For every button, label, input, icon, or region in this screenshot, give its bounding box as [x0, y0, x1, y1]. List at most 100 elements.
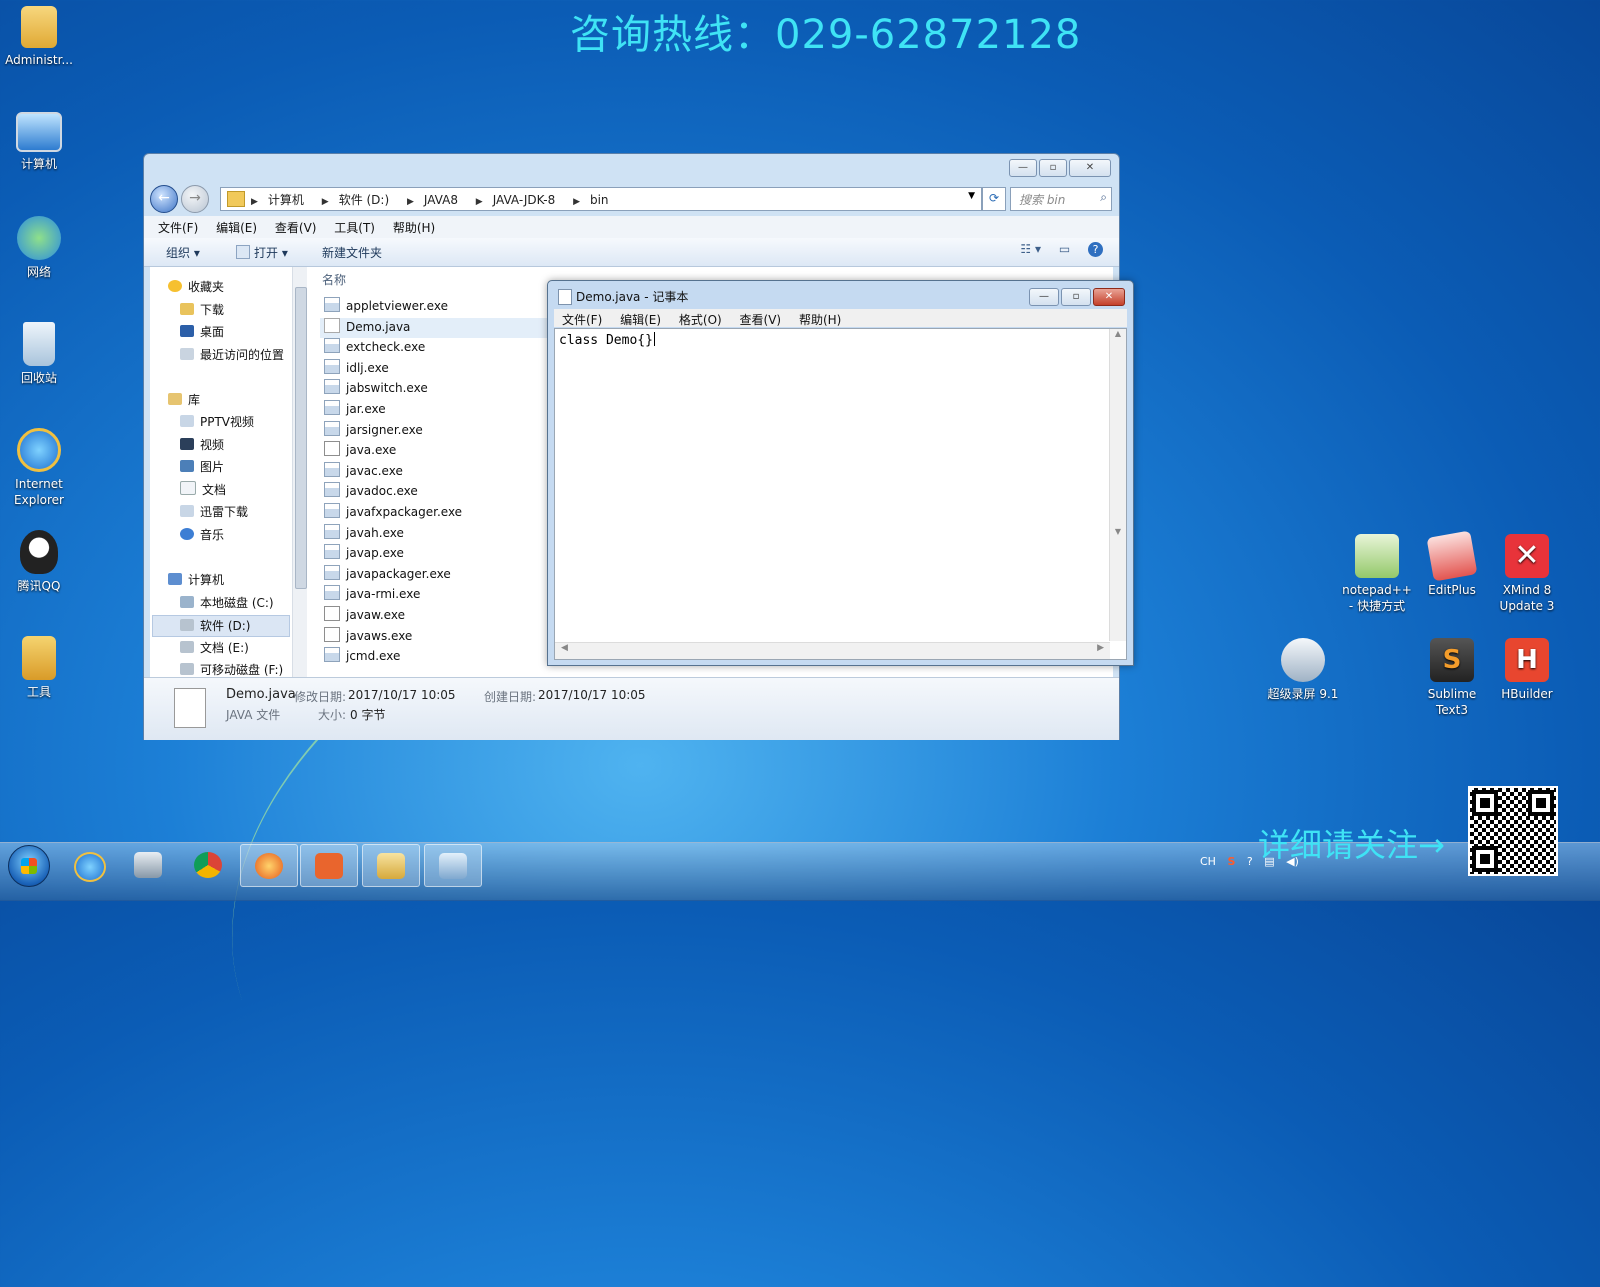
nav-thunder[interactable]: 迅雷下载 — [180, 503, 248, 520]
nav-pptv[interactable]: PPTV视频 — [180, 413, 254, 430]
sogou-icon[interactable]: S — [1227, 855, 1235, 868]
nav-documents[interactable]: 文档 — [180, 481, 226, 498]
notepad-close-button[interactable]: ✕ — [1093, 288, 1125, 306]
taskbar-powerpoint[interactable] — [300, 844, 358, 887]
file-row[interactable]: javapackager.exe — [324, 564, 554, 586]
close-button[interactable]: ✕ — [1069, 159, 1111, 177]
file-row[interactable]: javaws.exe — [324, 626, 554, 648]
desktop-icon-hbuilder[interactable]: H HBuilder — [1488, 638, 1566, 702]
notepad-menu-edit[interactable]: 编辑(E) — [620, 311, 661, 328]
file-row[interactable]: jabswitch.exe — [324, 379, 554, 400]
breadcrumb-jdk[interactable]: JAVA-JDK-8 — [493, 193, 556, 207]
nav-recent[interactable]: 最近访问的位置 — [180, 346, 284, 363]
file-row[interactable]: jar.exe — [324, 399, 554, 421]
notepad-horizontal-scrollbar[interactable]: ◀ ▶ — [555, 642, 1110, 659]
help-icon[interactable]: ? — [1088, 242, 1103, 257]
organize-button[interactable]: 组织 ▾ — [166, 244, 200, 261]
nav-music[interactable]: 音乐 — [180, 526, 224, 543]
notepad-text-area[interactable]: class Demo{} ▲ ▼ ◀ ▶ — [554, 328, 1127, 660]
taskbar-firefox[interactable] — [240, 844, 298, 887]
desktop-icon-xmind[interactable]: ✕ XMind 8 Update 3 — [1488, 534, 1566, 614]
file-row[interactable]: idlj.exe — [324, 358, 554, 380]
forward-button[interactable]: → — [181, 185, 209, 213]
file-row[interactable]: javac.exe — [324, 461, 554, 483]
refresh-button[interactable]: ⟳ — [982, 187, 1006, 211]
nav-drive-f[interactable]: 可移动磁盘 (F:) — [180, 661, 283, 678]
nav-computer[interactable]: 计算机 — [168, 571, 224, 588]
file-row[interactable]: javap.exe — [324, 544, 554, 565]
file-row[interactable]: javadoc.exe — [324, 482, 554, 503]
view-options-icon[interactable]: ☷ ▾ — [1020, 242, 1041, 256]
desktop-icon-editplus[interactable]: EditPlus — [1413, 530, 1491, 598]
breadcrumb-computer[interactable]: 计算机 — [268, 193, 304, 207]
menu-tools[interactable]: 工具(T) — [334, 219, 375, 236]
search-input[interactable]: 搜索 bin ⌕ — [1010, 187, 1112, 211]
chevron-down-icon[interactable]: ▼ — [968, 191, 975, 201]
notepad-menu-view[interactable]: 查看(V) — [740, 311, 782, 328]
desktop-icon-notepadpp[interactable]: notepad++ - 快捷方式 — [1338, 534, 1416, 614]
file-row[interactable]: java-rmi.exe — [324, 585, 554, 606]
file-row[interactable]: jarsigner.exe — [324, 420, 554, 442]
taskbar-explorer[interactable] — [362, 844, 420, 887]
notepad-menu-help[interactable]: 帮助(H) — [799, 311, 841, 328]
nav-libraries[interactable]: 库 — [168, 391, 200, 408]
taskbar-chrome[interactable] — [180, 844, 236, 885]
nav-videos[interactable]: 视频 — [180, 436, 224, 453]
nav-scrollbar[interactable] — [292, 267, 307, 677]
desktop-icon-sublime[interactable]: S Sublime Text3 — [1413, 638, 1491, 718]
column-header-name[interactable]: 名称 — [322, 271, 346, 288]
taskbar-ie[interactable] — [60, 844, 116, 885]
desktop-icon-qq[interactable]: 腾讯QQ — [0, 530, 78, 594]
breadcrumb-drive-d[interactable]: 软件 (D:) — [339, 193, 389, 207]
desktop-icon-administrator[interactable]: Administr... — [0, 6, 78, 68]
file-row-selected[interactable]: Demo.java — [320, 317, 554, 339]
menu-view[interactable]: 查看(V) — [275, 219, 317, 236]
minimize-button[interactable]: — — [1009, 159, 1037, 177]
desktop-icon-computer[interactable]: 计算机 — [0, 112, 78, 172]
file-row[interactable]: javah.exe — [324, 523, 554, 545]
language-indicator[interactable]: CH — [1200, 855, 1216, 868]
desktop-icon-internet-explorer[interactable]: Internet Explorer — [0, 428, 78, 508]
file-row[interactable]: javaw.exe — [324, 605, 554, 627]
notepad-minimize-button[interactable]: — — [1029, 288, 1059, 306]
nav-drive-e[interactable]: 文档 (E:) — [180, 639, 249, 656]
breadcrumb-java8[interactable]: JAVA8 — [424, 193, 458, 207]
taskbar-video-editor[interactable] — [120, 844, 176, 885]
nav-downloads[interactable]: 下载 — [180, 301, 224, 318]
desktop-icon-tools[interactable]: 工具 — [0, 636, 78, 700]
file-row[interactable]: extcheck.exe — [324, 338, 554, 359]
file-row[interactable]: appletviewer.exe — [324, 297, 554, 318]
maximize-button[interactable]: ▫ — [1039, 159, 1067, 177]
notepad-maximize-button[interactable]: ▫ — [1061, 288, 1091, 306]
notepad-menu-format[interactable]: 格式(O) — [679, 311, 722, 328]
breadcrumb-bin[interactable]: bin — [590, 193, 609, 207]
new-folder-button[interactable]: 新建文件夹 — [322, 244, 382, 261]
notepad-vertical-scrollbar[interactable]: ▲ ▼ — [1109, 329, 1126, 641]
file-row[interactable]: jcmd.exe — [324, 647, 554, 668]
scrollbar-thumb[interactable] — [295, 287, 307, 589]
menu-edit[interactable]: 编辑(E) — [216, 219, 257, 236]
preview-pane-icon[interactable]: ▭ — [1059, 242, 1070, 256]
back-button[interactable]: ← — [150, 185, 178, 213]
help-tray-icon[interactable]: ? — [1247, 855, 1253, 868]
nav-drive-d[interactable]: 软件 (D:) — [180, 617, 250, 634]
menu-help[interactable]: 帮助(H) — [393, 219, 435, 236]
notepad-window[interactable]: Demo.java - 记事本 — ▫ ✕ 文件(F) 编辑(E) 格式(O) … — [547, 280, 1134, 666]
file-row[interactable]: java.exe — [324, 441, 554, 462]
nav-drive-c[interactable]: 本地磁盘 (C:) — [180, 594, 274, 611]
address-bar[interactable]: ▶ 计算机 ▶ 软件 (D:) ▶ JAVA8 ▶ JAVA-JDK-8 ▶ bin ▼ — [220, 187, 982, 211]
desktop-icon-network[interactable]: 网络 — [0, 216, 78, 280]
explorer-titlebar[interactable]: — ▫ ✕ — [144, 154, 1119, 186]
start-button[interactable] — [8, 845, 50, 887]
text-caret — [653, 332, 655, 346]
taskbar-notepad[interactable] — [424, 844, 482, 887]
nav-desktop[interactable]: 桌面 — [180, 323, 224, 340]
desktop-icon-screen-recorder[interactable]: 超级录屏 9.1 — [1264, 638, 1342, 702]
open-button[interactable]: 打开 ▾ — [236, 244, 288, 261]
notepad-menu-file[interactable]: 文件(F) — [562, 311, 602, 328]
file-row[interactable]: javafxpackager.exe — [324, 502, 554, 524]
nav-pictures[interactable]: 图片 — [180, 458, 224, 475]
desktop-icon-recycle-bin[interactable]: 回收站 — [0, 322, 78, 386]
nav-favorites[interactable]: 收藏夹 — [168, 278, 224, 295]
menu-file[interactable]: 文件(F) — [158, 219, 198, 236]
